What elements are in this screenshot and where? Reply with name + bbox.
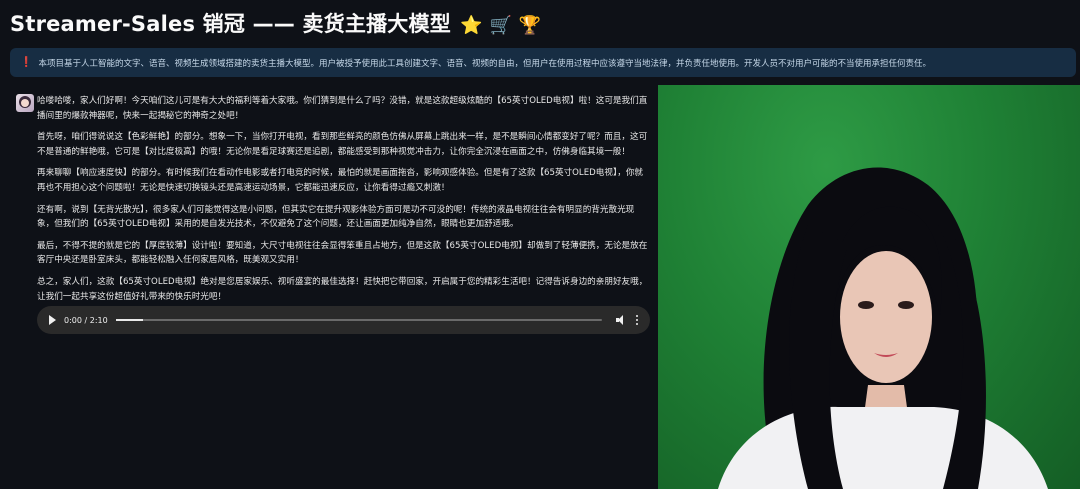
digital-human-video[interactable]: [658, 85, 1080, 489]
audio-progress-fill: [115, 319, 143, 321]
play-icon[interactable]: [49, 315, 56, 325]
disclaimer-notice: ❗ 本项目基于人工智能的文字、语音、视频生成领域搭建的卖货主播大模型。用户被授予…: [10, 48, 1076, 77]
audio-seek-bar[interactable]: [115, 319, 602, 321]
message-paragraph: 哈喽哈喽，家人们好啊！今天咱们这儿可是有大大的福利等着大家哦。你们猜到是什么了吗…: [37, 96, 648, 121]
chat-message: 哈喽哈喽，家人们好啊！今天咱们这儿可是有大大的福利等着大家哦。你们猜到是什么了吗…: [37, 94, 649, 311]
streamer-portrait: [718, 167, 1048, 489]
title-emojis: ⭐ 🛒 🏆: [460, 15, 542, 36]
page-title: Streamer-Sales 销冠 —— 卖货主播大模型 ⭐ 🛒 🏆: [10, 8, 541, 38]
page-title-text: Streamer-Sales 销冠 —— 卖货主播大模型: [10, 12, 451, 36]
volume-icon[interactable]: [615, 315, 626, 325]
audio-time: 0:00 / 2:10: [64, 315, 108, 325]
exclamation-icon: ❗: [20, 57, 33, 68]
message-paragraph: 首先呀，咱们得说说这【色彩鲜艳】的部分。想象一下，当你打开电视，看到那些鲜亮的颜…: [37, 132, 648, 157]
message-paragraph: 再来聊聊【响应速度快】的部分。有时候我们在看动作电影或者打电竞的时候，最怕的就是…: [37, 168, 644, 193]
message-paragraph: 总之，家人们，这款【65英寸OLED电视】绝对是您居家娱乐、视听盛宴的最佳选择！…: [37, 276, 648, 302]
disclaimer-text: 本项目基于人工智能的文字、语音、视频生成领域搭建的卖货主播大模型。用户被授予使用…: [38, 58, 931, 69]
audio-player[interactable]: 0:00 / 2:10: [37, 306, 650, 334]
message-paragraph: 最后，不得不提的就是它的【厚度较薄】设计啦！要知道，大尺寸电视往往会显得笨重且占…: [37, 240, 648, 266]
assistant-avatar: [16, 94, 34, 112]
more-options-icon[interactable]: [635, 314, 638, 326]
message-paragraph: 还有啊，说到【无背光散光】，很多家人们可能觉得这是小问题，但其实它在提升观影体验…: [37, 204, 635, 230]
